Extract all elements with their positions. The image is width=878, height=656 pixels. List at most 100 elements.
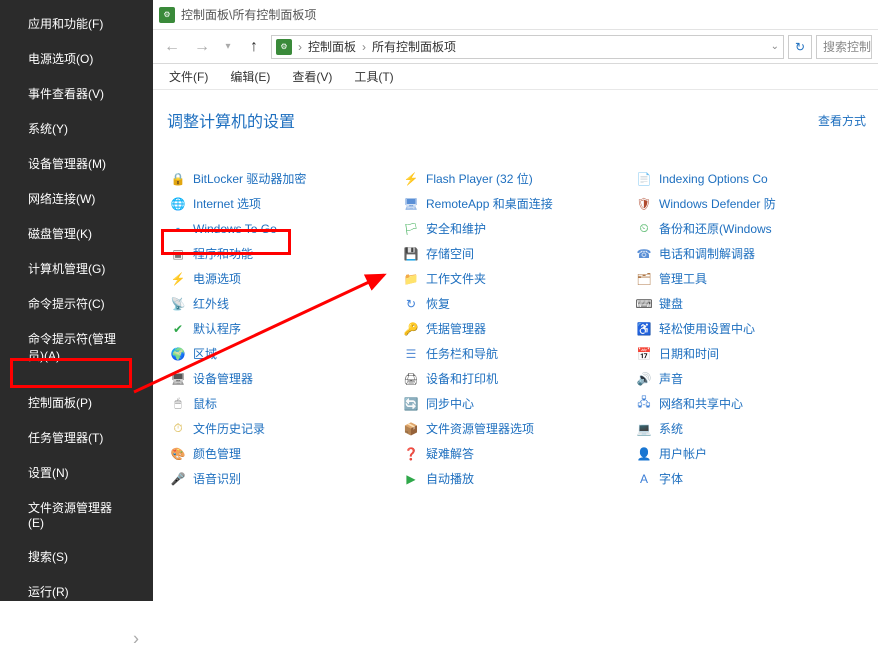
applet-item[interactable]: 🖥设备管理器 <box>167 366 400 391</box>
applet-item[interactable]: ☎电话和调制解调器 <box>633 241 866 266</box>
applet-item[interactable]: 👤用户帐户 <box>633 441 866 466</box>
applet-icon: 🔑 <box>402 320 420 338</box>
context-menu-item-12[interactable]: 设置(N) <box>0 455 153 490</box>
applet-item[interactable]: ⚡电源选项 <box>167 266 400 291</box>
applet-item[interactable]: ✔默认程序 <box>167 316 400 341</box>
context-menu-item-11[interactable]: 任务管理器(T) <box>0 420 153 455</box>
menubar-item-3[interactable]: 工具(T) <box>344 65 403 88</box>
up-button[interactable]: ↑ <box>241 34 267 60</box>
applet-label: BitLocker 驱动器加密 <box>193 170 306 187</box>
applet-label: 安全和维护 <box>426 220 486 237</box>
applet-item[interactable]: ▶自动播放 <box>400 466 633 491</box>
applet-item[interactable]: ⏲备份和还原(Windows <box>633 216 866 241</box>
applet-icon: 💻 <box>635 420 653 438</box>
content-header: 调整计算机的设置 查看方式 <box>167 108 866 132</box>
applet-label: Flash Player (32 位) <box>426 170 533 187</box>
applet-item[interactable]: 🖱鼠标 <box>167 391 400 416</box>
applet-item[interactable]: 🖨设备和打印机 <box>400 366 633 391</box>
applet-item[interactable]: ▪Windows To Go <box>167 216 400 241</box>
applet-label: Internet 选项 <box>193 195 261 212</box>
applet-item[interactable]: ▣程序和功能 <box>167 241 400 266</box>
context-menu-item-14[interactable]: 搜索(S) <box>0 539 153 574</box>
applet-label: RemoteApp 和桌面连接 <box>426 195 553 212</box>
applet-item[interactable]: 🖧网络和共享中心 <box>633 391 866 416</box>
applet-item[interactable]: 🔄同步中心 <box>400 391 633 416</box>
applet-label: 字体 <box>659 470 683 487</box>
applet-column-2: 📄Indexing Options Co🛡Windows Defender 防⏲… <box>633 166 866 491</box>
context-menu-item-4[interactable]: 设备管理器(M) <box>0 146 153 181</box>
applet-label: 电话和调制解调器 <box>659 245 755 262</box>
view-mode-label[interactable]: 查看方式 <box>818 112 866 129</box>
applet-icon: 📡 <box>169 295 187 313</box>
applet-icon: 🔄 <box>402 395 420 413</box>
context-menu-item-7[interactable]: 计算机管理(G) <box>0 251 153 286</box>
menubar-item-0[interactable]: 文件(F) <box>159 65 218 88</box>
applet-item[interactable]: 🔒BitLocker 驱动器加密 <box>167 166 400 191</box>
applet-label: 任务栏和导航 <box>426 345 498 362</box>
applet-item[interactable]: 💻系统 <box>633 416 866 441</box>
context-menu-item-10[interactable]: 控制面板(P) <box>0 385 153 420</box>
applet-item[interactable]: 🔊声音 <box>633 366 866 391</box>
address-dropdown-icon[interactable]: ⌄ <box>771 41 779 52</box>
applet-item[interactable]: ♿轻松使用设置中心 <box>633 316 866 341</box>
applet-item[interactable]: ❓疑难解答 <box>400 441 633 466</box>
applet-item[interactable]: 🗂管理工具 <box>633 266 866 291</box>
context-menu-item-16[interactable]: 关机或注销(U) <box>0 621 153 656</box>
search-input[interactable]: 搜索控制面 <box>816 35 872 59</box>
menubar-item-1[interactable]: 编辑(E) <box>220 65 280 88</box>
navigation-bar: ← → ▾ ↑ ⚙ › 控制面板 › 所有控制面板项 ⌄ ↻ 搜索控制面 <box>153 30 878 64</box>
applet-item[interactable]: ↻恢复 <box>400 291 633 316</box>
applet-item[interactable]: 💾存储空间 <box>400 241 633 266</box>
applet-label: 区域 <box>193 345 217 362</box>
breadcrumb-seg-0[interactable]: 控制面板 <box>308 38 356 55</box>
context-menu-item-5[interactable]: 网络连接(W) <box>0 181 153 216</box>
refresh-button[interactable]: ↻ <box>788 35 812 59</box>
applet-icon: ⌨ <box>635 295 653 313</box>
menubar-item-2[interactable]: 查看(V) <box>282 65 342 88</box>
applet-item[interactable]: ☰任务栏和导航 <box>400 341 633 366</box>
applet-item[interactable]: ⚡Flash Player (32 位) <box>400 166 633 191</box>
applet-label: 颜色管理 <box>193 445 241 462</box>
applet-item[interactable]: 📅日期和时间 <box>633 341 866 366</box>
applet-item[interactable]: ⌨键盘 <box>633 291 866 316</box>
context-menu-item-9[interactable]: 命令提示符(管理员)(A) <box>0 321 153 373</box>
forward-button[interactable]: → <box>189 34 215 60</box>
applet-item[interactable]: 🎤语音识别 <box>167 466 400 491</box>
back-button[interactable]: ← <box>159 34 185 60</box>
context-menu-item-0[interactable]: 应用和功能(F) <box>0 6 153 41</box>
applet-label: 日期和时间 <box>659 345 719 362</box>
applet-item[interactable]: 📄Indexing Options Co <box>633 166 866 191</box>
address-icon: ⚙ <box>276 39 292 55</box>
applet-label: 文件资源管理器选项 <box>426 420 534 437</box>
applet-item[interactable]: 🌐Internet 选项 <box>167 191 400 216</box>
recent-dropdown[interactable]: ▾ <box>219 34 237 60</box>
applet-item[interactable]: 🌍区域 <box>167 341 400 366</box>
control-panel-icon: ⚙ <box>159 7 175 23</box>
applet-item[interactable]: A字体 <box>633 466 866 491</box>
applet-item[interactable]: 📡 红外线 <box>167 291 400 316</box>
applet-label: 凭据管理器 <box>426 320 486 337</box>
control-panel-window: ⚙ 控制面板\所有控制面板项 ← → ▾ ↑ ⚙ › 控制面板 › 所有控制面板… <box>153 0 878 601</box>
breadcrumb-seg-1[interactable]: 所有控制面板项 <box>372 38 456 55</box>
applet-icon: ⏱ <box>169 420 187 438</box>
context-menu-item-2[interactable]: 事件查看器(V) <box>0 76 153 111</box>
applet-item[interactable]: 📦文件资源管理器选项 <box>400 416 633 441</box>
applet-item[interactable]: 🔑 凭据管理器 <box>400 316 633 341</box>
applet-grid: 🔒BitLocker 驱动器加密🌐Internet 选项▪Windows To … <box>167 166 866 491</box>
applet-label: 红外线 <box>193 295 229 312</box>
winx-context-menu: 应用和功能(F)电源选项(O)事件查看器(V)系统(Y)设备管理器(M)网络连接… <box>0 0 153 601</box>
context-menu-item-8[interactable]: 命令提示符(C) <box>0 286 153 321</box>
context-menu-item-1[interactable]: 电源选项(O) <box>0 41 153 76</box>
context-menu-item-13[interactable]: 文件资源管理器(E) <box>0 490 153 539</box>
applet-item[interactable]: 🎨颜色管理 <box>167 441 400 466</box>
applet-item[interactable]: 🏳安全和维护 <box>400 216 633 241</box>
applet-item[interactable]: 🛡Windows Defender 防 <box>633 191 866 216</box>
applet-item[interactable]: ⏱文件历史记录 <box>167 416 400 441</box>
applet-item[interactable]: 📁工作文件夹 <box>400 266 633 291</box>
context-menu-item-3[interactable]: 系统(Y) <box>0 111 153 146</box>
context-menu-item-15[interactable]: 运行(R) <box>0 574 153 609</box>
context-menu-item-6[interactable]: 磁盘管理(K) <box>0 216 153 251</box>
applet-item[interactable]: 🖥RemoteApp 和桌面连接 <box>400 191 633 216</box>
window-titlebar: ⚙ 控制面板\所有控制面板项 <box>153 0 878 30</box>
address-bar[interactable]: ⚙ › 控制面板 › 所有控制面板项 ⌄ <box>271 35 784 59</box>
